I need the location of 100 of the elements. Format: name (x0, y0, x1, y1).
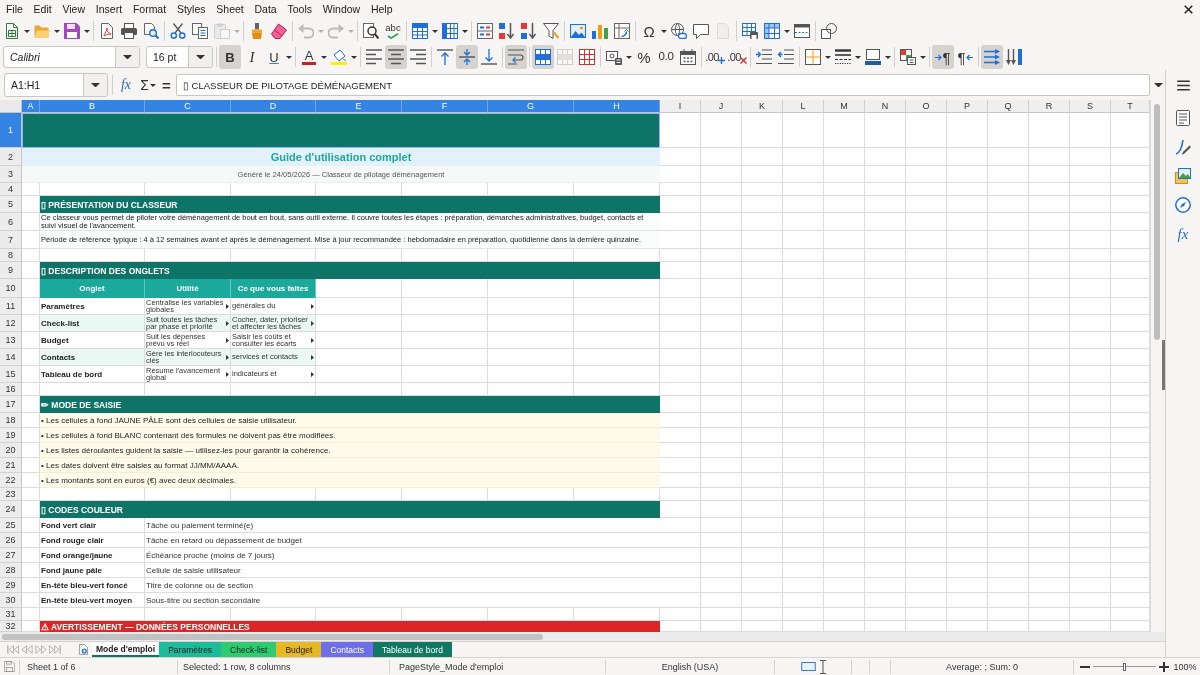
zoom-slider-thumb[interactable] (1123, 662, 1126, 671)
number-format-button[interactable]: 0.0 (655, 45, 677, 69)
scrollbar-thumb[interactable] (2, 633, 543, 640)
text-horizontal-button[interactable] (981, 45, 1003, 69)
menu-item[interactable]: Styles (171, 1, 211, 17)
column-header[interactable]: J (701, 100, 742, 113)
column-header[interactable]: F (402, 100, 488, 113)
add-sheet-button[interactable] (76, 642, 90, 657)
align-center-button[interactable] (385, 45, 407, 69)
sheet-tab[interactable]: Tableau de bord (372, 642, 452, 657)
column-header[interactable]: Q (988, 100, 1029, 113)
close-document-button[interactable] (1182, 3, 1194, 15)
menu-item[interactable]: Edit (28, 1, 58, 17)
row-header[interactable]: 1 (0, 113, 22, 148)
column-header[interactable]: M (824, 100, 865, 113)
row-header[interactable]: 11 (0, 298, 22, 315)
menu-item[interactable]: Help (365, 1, 398, 17)
row-header[interactable]: 19 (0, 428, 22, 443)
row-header[interactable]: 21 (0, 458, 22, 473)
percent-format-button[interactable]: % (633, 45, 655, 69)
column-header[interactable]: O (906, 100, 947, 113)
underline-button[interactable]: U (263, 45, 293, 69)
language[interactable]: English (USA) (661, 661, 719, 672)
row-header[interactable]: 22 (0, 473, 22, 488)
column-header[interactable]: S (1070, 100, 1111, 113)
row-header[interactable]: 7 (0, 231, 22, 249)
row-header[interactable]: 9 (0, 262, 22, 279)
row-header[interactable]: 23 (0, 488, 22, 501)
row-header[interactable]: 32 (0, 621, 22, 632)
row-header[interactable]: 30 (0, 593, 22, 608)
functions-deck-button[interactable]: fx (1172, 223, 1194, 245)
vertical-scrollbar[interactable] (1150, 100, 1165, 632)
page-style[interactable]: PageStyle_Mode d'emploi (399, 661, 504, 672)
align-middle-button[interactable] (456, 45, 478, 69)
menu-item[interactable]: View (57, 1, 91, 17)
row-header[interactable]: 28 (0, 563, 22, 578)
column-header[interactable]: K (742, 100, 783, 113)
wrap-text-button[interactable] (505, 45, 527, 69)
formula-button[interactable]: = (158, 74, 174, 96)
special-character-button[interactable]: Ω (638, 19, 668, 43)
menu-item[interactable]: Window (317, 1, 366, 17)
sheet-tab[interactable]: Paramètres (159, 642, 222, 657)
menu-item[interactable]: Data (249, 1, 283, 17)
bold-button[interactable]: B (219, 45, 241, 69)
right-to-left-button[interactable]: ¶ (954, 45, 976, 69)
row-header[interactable]: 5 (0, 196, 22, 213)
column-header[interactable]: L (783, 100, 824, 113)
row-header[interactable]: 29 (0, 578, 22, 593)
row-header[interactable]: 18 (0, 413, 22, 428)
sheet-grid[interactable] (0, 100, 1150, 632)
row-header[interactable]: 6 (0, 213, 22, 231)
row-header[interactable]: 27 (0, 548, 22, 563)
menu-item[interactable]: Sheet (210, 1, 250, 17)
horizontal-scrollbar[interactable] (0, 632, 1165, 641)
navigator-deck-button[interactable] (1172, 194, 1194, 216)
column-header[interactable]: R (1029, 100, 1070, 113)
column-header[interactable]: P (947, 100, 988, 113)
sidebar-grip[interactable] (1162, 340, 1165, 390)
spelling-button[interactable]: abc (382, 19, 404, 43)
column-header[interactable]: D (231, 100, 316, 113)
sheet-tab[interactable]: Mode d'emploi (92, 642, 160, 657)
row-header[interactable]: 10 (0, 279, 22, 298)
row-header[interactable]: 3 (0, 166, 22, 183)
formula-input[interactable]: ▯ CLASSEUR DE PILOTAGE DÉMÉNAGEMENT (175, 74, 1151, 96)
row-header[interactable]: 20 (0, 443, 22, 458)
row-header[interactable]: 8 (0, 249, 22, 262)
row-header[interactable]: 14 (0, 349, 22, 366)
zoom-in-button[interactable] (1159, 661, 1169, 672)
row-header[interactable]: 4 (0, 183, 22, 196)
column-header[interactable]: G (488, 100, 574, 113)
sheet-tab[interactable]: Check-list (221, 642, 277, 657)
menu-item[interactable]: Format (127, 1, 172, 17)
scrollbar-thumb[interactable] (1154, 104, 1160, 340)
row-header[interactable]: 26 (0, 533, 22, 548)
left-to-right-button[interactable]: ¶ (932, 45, 954, 69)
sum-button[interactable]: Σ (137, 74, 159, 96)
italic-button[interactable]: I (241, 45, 263, 69)
row-header[interactable]: 15 (0, 366, 22, 383)
column-header[interactable]: I (660, 100, 701, 113)
add-decimal-button[interactable]: .00 (704, 45, 726, 69)
column-header[interactable]: T (1111, 100, 1150, 113)
row-header[interactable]: 17 (0, 396, 22, 413)
column-header[interactable]: H (574, 100, 660, 113)
column-header[interactable]: E (316, 100, 402, 113)
font-color-button[interactable]: A (298, 45, 328, 69)
sheet-tab[interactable]: Contacts (321, 642, 373, 657)
row-header[interactable]: 13 (0, 332, 22, 349)
column-header[interactable]: N (865, 100, 906, 113)
column-header[interactable]: C (145, 100, 231, 113)
row-header[interactable]: 2 (0, 148, 22, 166)
row-header[interactable]: 16 (0, 383, 22, 396)
menu-item[interactable]: Insert (90, 1, 128, 17)
row-header[interactable]: 31 (0, 608, 22, 621)
column-header[interactable]: B (40, 100, 145, 113)
delete-decimal-button[interactable]: .00 (726, 45, 748, 69)
zoom-percentage[interactable]: 100% (1173, 661, 1197, 672)
row-header[interactable]: 24 (0, 501, 22, 518)
row-header[interactable]: 12 (0, 315, 22, 332)
sheet-tab[interactable]: Budget (276, 642, 322, 657)
gallery-deck-button[interactable] (1172, 165, 1194, 187)
